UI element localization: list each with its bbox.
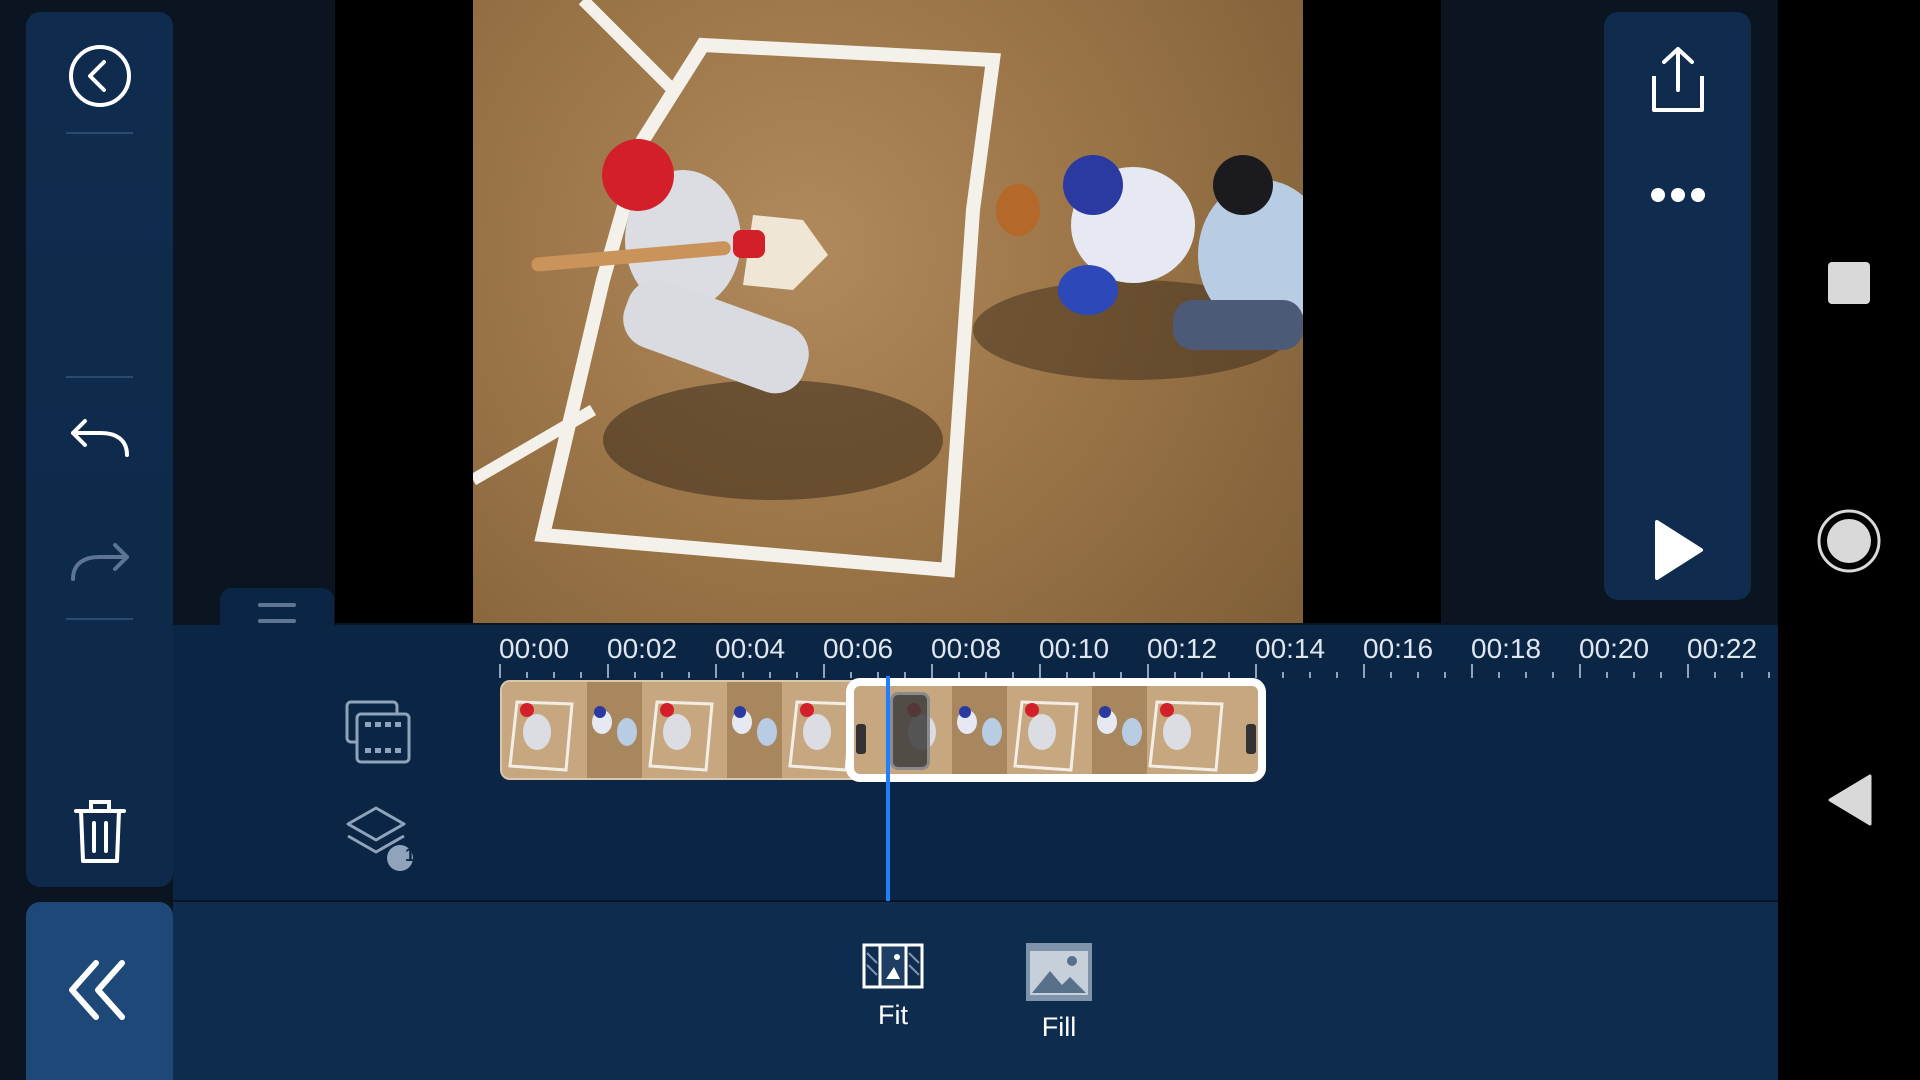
- fit-icon: [862, 943, 924, 989]
- divider: [66, 618, 133, 620]
- delete-button[interactable]: [64, 792, 136, 872]
- video-editor-screen: { "timeline": { "ticks": ["00:00","00:02…: [0, 0, 1920, 1080]
- play-icon: [1655, 520, 1703, 580]
- fill-button[interactable]: Fill: [1004, 943, 1114, 1043]
- ruler-label: 00:00: [499, 633, 570, 664]
- undo-button[interactable]: [60, 410, 140, 470]
- trim-handle-left[interactable]: [856, 724, 866, 754]
- preview-image: [473, 0, 1303, 578]
- export-button[interactable]: [1640, 40, 1716, 120]
- media-library-icon: [345, 700, 411, 764]
- drag-handle-icon: [258, 603, 296, 623]
- redo-button[interactable]: [60, 534, 140, 594]
- recents-button[interactable]: [1824, 258, 1874, 308]
- right-toolbar: [1604, 12, 1751, 600]
- ruler-label: 00:02: [607, 633, 678, 664]
- bottom-toolbar: [173, 902, 1778, 1080]
- circle-chevron-left-icon: [69, 45, 131, 107]
- ruler-label: 00:08: [931, 633, 1002, 664]
- ruler-label: 00:22: [1687, 633, 1758, 664]
- ruler-label: 00:16: [1363, 633, 1434, 664]
- video-preview[interactable]: [473, 0, 1303, 623]
- system-navigation-bar: [1778, 0, 1920, 1080]
- more-button[interactable]: [1640, 170, 1716, 220]
- system-back-button[interactable]: [1822, 772, 1878, 828]
- ruler-label: 00:12: [1147, 633, 1218, 664]
- fit-label: Fit: [878, 1000, 908, 1030]
- redo-icon: [71, 543, 129, 581]
- back-button[interactable]: [64, 40, 136, 112]
- ruler-label: 00:06: [823, 633, 894, 664]
- home-button[interactable]: [1814, 506, 1884, 576]
- layers-button[interactable]: 1: [340, 800, 420, 876]
- layers-count-badge: 1: [404, 845, 415, 865]
- collapse-panel-button[interactable]: [26, 902, 173, 1080]
- circle-icon: [1817, 509, 1881, 573]
- play-button[interactable]: [1640, 512, 1716, 588]
- ruler-label: 00:14: [1255, 633, 1326, 664]
- triangle-back-icon: [1828, 774, 1872, 826]
- trim-handle-right[interactable]: [1246, 724, 1256, 754]
- ruler-label: 00:18: [1471, 633, 1542, 664]
- double-chevron-left-icon: [69, 960, 125, 1020]
- divider: [66, 376, 133, 378]
- undo-icon: [71, 419, 129, 457]
- ruler-label: 00:20: [1579, 633, 1650, 664]
- trash-icon: [74, 800, 126, 863]
- playhead-frame-indicator: [890, 692, 930, 770]
- left-toolbar: [26, 12, 173, 887]
- ruler-label: 00:10: [1039, 633, 1110, 664]
- media-library-button[interactable]: [340, 694, 416, 770]
- fit-button[interactable]: Fit: [838, 943, 948, 1031]
- divider: [66, 132, 133, 134]
- ruler-label: 00:04: [715, 633, 786, 664]
- timeline-drag-handle[interactable]: [220, 588, 334, 628]
- fill-label: Fill: [1041, 1012, 1077, 1042]
- more-dots-icon: [1651, 188, 1705, 202]
- share-icon: [1652, 47, 1704, 112]
- fill-icon: [1026, 943, 1092, 1001]
- square-icon: [1828, 262, 1870, 304]
